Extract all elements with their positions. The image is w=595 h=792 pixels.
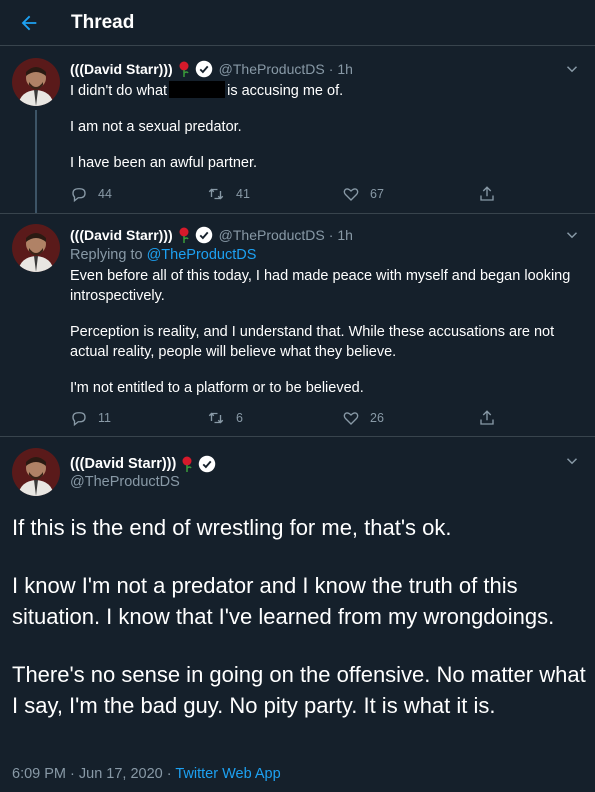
tweet-actions: 44 41 67 <box>70 185 510 205</box>
retweet-button[interactable]: 41 <box>206 185 250 203</box>
tweet-timestamp[interactable]: 6:09 PM · Jun 17, 2020 · <box>12 766 175 782</box>
avatar[interactable] <box>12 448 60 496</box>
share-icon <box>480 186 494 201</box>
share-icon <box>480 410 494 425</box>
like-button[interactable]: 67 <box>342 185 384 203</box>
redaction-bar <box>169 81 226 98</box>
arrow-left-icon <box>21 15 37 31</box>
retweet-button[interactable]: 6 <box>206 409 243 427</box>
reply-count: 44 <box>98 187 112 201</box>
tweet-paragraph: Perception is reality, and I understand … <box>70 324 555 360</box>
tweet-paragraph: I am not a sexual predator. <box>70 119 242 135</box>
reply-icon <box>72 188 86 203</box>
separator-dot: · <box>328 227 334 243</box>
share-button[interactable] <box>478 409 506 427</box>
display-name[interactable]: (((David Starr))) <box>70 456 176 472</box>
source-app-link[interactable]: Twitter Web App <box>175 766 280 782</box>
verified-icon <box>195 60 212 78</box>
tweet-paragraph: Even before all of this today, I had mad… <box>70 268 571 304</box>
tweet-text-line: is accusing me of. <box>227 83 344 99</box>
retweet-icon <box>208 412 224 424</box>
retweet-count: 6 <box>236 411 243 425</box>
handle[interactable]: @TheProductDS <box>219 227 325 243</box>
thread-header: Thread <box>0 0 595 46</box>
heart-icon <box>343 412 359 425</box>
tweet-paragraph: If this is the end of wrestling for me, … <box>12 515 452 540</box>
main-tweet-text: If this is the end of wrestling for me, … <box>12 512 587 748</box>
like-count: 67 <box>370 187 384 201</box>
replying-to-link[interactable]: @TheProductDS <box>147 247 257 263</box>
verified-icon <box>195 226 212 244</box>
handle[interactable]: @TheProductDS <box>219 61 325 77</box>
like-count: 26 <box>370 411 384 425</box>
display-name[interactable]: (((David Starr))) <box>70 61 173 77</box>
tweet-author[interactable]: (((David Starr))) @TheProductDS · 1h <box>70 60 353 78</box>
handle[interactable]: @TheProductDS <box>70 474 180 490</box>
replying-to: Replying to @TheProductDS <box>70 247 256 263</box>
verified-icon <box>199 455 216 473</box>
chevron-down-icon[interactable] <box>563 452 581 470</box>
reply-button[interactable]: 11 <box>70 409 111 427</box>
replying-label: Replying to <box>70 247 143 263</box>
thread-tweet-1[interactable]: (((David Starr))) @TheProductDS · 1h I d… <box>0 47 595 213</box>
tweet-text-line: I didn't do what <box>70 83 168 99</box>
tweet-paragraph: I'm not entitled to a platform or to be … <box>70 380 364 396</box>
page-title: Thread <box>71 12 135 33</box>
tweet-paragraph: There's no sense in going on the offensi… <box>12 662 586 718</box>
tweet-text: Even before all of this today, I had mad… <box>70 266 575 414</box>
tweet-text: I didn't do what is accusing me of. I am … <box>70 81 575 189</box>
reply-button[interactable]: 44 <box>70 185 112 203</box>
thread-tweet-2[interactable]: (((David Starr))) @TheProductDS · 1h Rep… <box>0 214 595 436</box>
avatar[interactable] <box>12 224 60 272</box>
tweet-paragraph: I know I'm not a predator and I know the… <box>12 573 555 629</box>
back-button[interactable] <box>14 8 44 38</box>
thread-line <box>35 110 37 213</box>
retweet-count: 41 <box>236 187 250 201</box>
tweet-time[interactable]: 1h <box>337 61 353 77</box>
rose-icon <box>182 456 193 472</box>
display-name[interactable]: (((David Starr))) <box>70 227 173 243</box>
heart-icon <box>343 188 359 201</box>
chevron-down-icon[interactable] <box>563 226 581 244</box>
chevron-down-icon[interactable] <box>563 60 581 78</box>
divider <box>0 436 595 437</box>
reply-icon <box>72 412 86 427</box>
avatar[interactable] <box>12 58 60 106</box>
retweet-icon <box>208 188 224 200</box>
tweet-actions: 11 6 26 <box>70 409 510 429</box>
rose-icon <box>179 227 189 243</box>
separator-dot: · <box>328 61 334 77</box>
tweet-meta: 6:09 PM · Jun 17, 2020 · Twitter Web App <box>12 766 281 782</box>
share-button[interactable] <box>478 185 506 203</box>
tweet-time[interactable]: 1h <box>337 227 353 243</box>
main-tweet-author[interactable]: (((David Starr))) <box>70 455 216 473</box>
like-button[interactable]: 26 <box>342 409 384 427</box>
tweet-paragraph: I have been an awful partner. <box>70 155 258 171</box>
rose-icon <box>179 61 189 77</box>
tweet-author[interactable]: (((David Starr))) @TheProductDS · 1h <box>70 226 353 244</box>
reply-count: 11 <box>98 411 111 425</box>
